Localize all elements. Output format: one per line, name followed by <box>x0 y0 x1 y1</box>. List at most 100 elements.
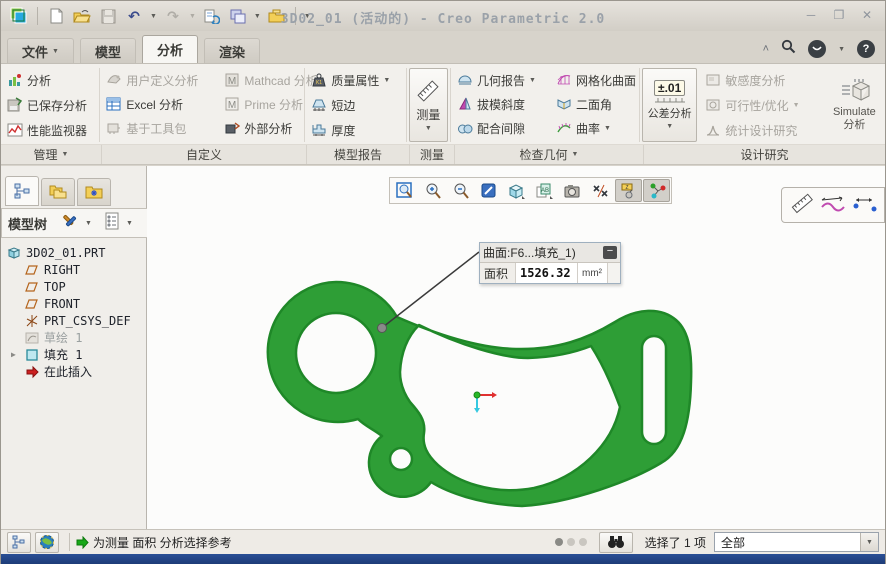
performance-monitor-button[interactable]: 性能监视器 <box>3 118 97 142</box>
tree-item-top[interactable]: TOP <box>1 278 146 295</box>
sensitivity-label: 敏感度分析 <box>725 72 785 89</box>
thickness-button[interactable]: 厚度 <box>307 118 403 142</box>
folder-browser-tab[interactable] <box>41 178 75 206</box>
tree-item-fill[interactable]: ▶ 填充 1 <box>1 346 146 363</box>
community-icon[interactable] <box>808 40 826 58</box>
annotation-display-button[interactable]: Z <box>615 179 642 202</box>
measure-distance-icon[interactable] <box>852 192 878 219</box>
statistical-study-button[interactable]: 统计设计研究 <box>701 118 821 142</box>
tree-settings-icon[interactable] <box>104 212 120 235</box>
find-button[interactable] <box>599 532 633 553</box>
close-button[interactable]: ✕ <box>859 7 875 23</box>
selection-filter-combo[interactable]: 全部 ▼ <box>714 532 879 552</box>
group-label-inspect[interactable]: 检查几何▼ <box>455 145 644 164</box>
toolkit-analysis-button[interactable]: 基于工具包 <box>102 116 220 140</box>
community-dropdown-caret[interactable]: ▼ <box>838 46 845 53</box>
measure-angle-icon[interactable] <box>884 192 885 219</box>
tree-item-sketch[interactable]: 草绘 1 <box>1 329 146 346</box>
view-manager-button[interactable] <box>559 179 586 202</box>
geometry-report-button[interactable]: 几何报告 ▼ <box>453 68 552 92</box>
model-tree-tab[interactable] <box>5 176 39 206</box>
excel-analysis-button[interactable]: Excel 分析 <box>102 92 220 116</box>
tab-file[interactable]: 文件 ▼ <box>7 38 74 63</box>
windows-button[interactable] <box>228 6 248 26</box>
windows-dropdown-caret[interactable]: ▼ <box>254 13 261 20</box>
mesh-surface-button[interactable]: 网格化曲面 <box>552 68 638 92</box>
save-button[interactable] <box>98 6 118 26</box>
help-icon[interactable]: ? <box>857 40 875 58</box>
search-icon[interactable] <box>781 39 796 59</box>
undo-button[interactable]: ↶ <box>124 6 144 26</box>
open-file-button[interactable] <box>72 6 92 26</box>
feasibility-caret[interactable]: ▼ <box>793 102 800 109</box>
zoom-in-button[interactable] <box>419 179 446 202</box>
tab-render[interactable]: 渲染 <box>204 38 260 63</box>
minimize-button[interactable]: ─ <box>803 7 819 23</box>
sensitivity-button[interactable]: 敏感度分析 <box>701 68 821 92</box>
filter-dropdown-button[interactable]: ▼ <box>860 533 878 551</box>
toolkit-analysis-label: 基于工具包 <box>126 120 186 137</box>
tree-tools-icon[interactable] <box>61 212 79 235</box>
zoom-region-button[interactable] <box>391 179 418 202</box>
favorites-tab[interactable] <box>77 178 111 206</box>
area-unit: mm² <box>578 263 608 283</box>
udf-analysis-button[interactable]: 用户定义分析 <box>102 68 220 92</box>
toggle-navigator-button[interactable] <box>7 532 31 553</box>
creo-logo-icon[interactable] <box>9 6 29 26</box>
tree-item-part[interactable]: 3D02_01.PRT <box>1 244 146 261</box>
redo-button[interactable]: ↷ <box>163 6 183 26</box>
saved-analysis-button[interactable]: 已保存分析 <box>3 93 97 117</box>
web-browser-button[interactable] <box>35 532 59 553</box>
tree-item-front[interactable]: FRONT <box>1 295 146 312</box>
prime-analysis-button[interactable]: M Prime 分析 <box>220 92 304 116</box>
tolerance-caret[interactable]: ▼ <box>666 123 673 130</box>
selection-count: 选择了 1 项 <box>645 534 706 551</box>
clearance-button[interactable]: 配合间隙 <box>453 116 552 140</box>
restore-button[interactable]: ❐ <box>831 7 847 23</box>
collapse-annotation-button[interactable]: − <box>603 246 617 259</box>
expand-caret-icon[interactable]: ▶ <box>11 350 20 359</box>
tree-tools-caret[interactable]: ▼ <box>85 220 92 227</box>
tolerance-analysis-button[interactable]: ±.01 公差分析 ▼ <box>642 68 697 142</box>
analysis-button[interactable]: 分析 <box>3 68 97 92</box>
divider <box>37 7 38 25</box>
zoom-out-button[interactable] <box>447 179 474 202</box>
insert-here-icon <box>25 365 39 379</box>
graphics-canvas[interactable]: AB Z 曲面:F6...填充_1) − 面积 <box>147 166 885 529</box>
measure-curve-icon[interactable] <box>820 192 846 219</box>
regenerate-button[interactable] <box>202 6 222 26</box>
favorites-folder-icon <box>84 184 104 200</box>
external-analysis-button[interactable]: 外部分析 <box>220 116 304 140</box>
measure-button[interactable]: 测量 ▼ <box>409 68 448 142</box>
new-file-button[interactable] <box>46 6 66 26</box>
undo-dropdown-caret[interactable]: ▼ <box>150 13 157 20</box>
mass-properties-caret[interactable]: ▼ <box>383 77 390 84</box>
collapse-ribbon-icon[interactable]: ˄ <box>763 43 769 55</box>
draft-analysis-button[interactable]: 拔模斜度 <box>453 92 552 116</box>
mathcad-analysis-button[interactable]: M Mathcad 分析 <box>220 68 304 92</box>
curvature-button[interactable]: 曲率 ▼ <box>552 116 638 140</box>
mass-properties-button[interactable]: K1 质量属性 ▼ <box>307 68 403 92</box>
tree-settings-caret[interactable]: ▼ <box>126 220 133 227</box>
measure-result-annotation[interactable]: 曲面:F6...填充_1) − 面积 1526.32 mm² <box>479 242 621 284</box>
saved-orientations-button[interactable]: AB <box>531 179 558 202</box>
curvature-caret[interactable]: ▼ <box>604 125 611 132</box>
measure-length-icon[interactable] <box>790 192 814 219</box>
tab-analysis[interactable]: 分析 <box>142 35 198 63</box>
tree-item-insert-here[interactable]: 在此插入 <box>1 363 146 380</box>
tree-item-csys[interactable]: PRT_CSYS_DEF <box>1 312 146 329</box>
geometry-report-caret[interactable]: ▼ <box>529 77 536 84</box>
datum-display-filters-button[interactable] <box>587 179 614 202</box>
redo-dropdown-caret[interactable]: ▼ <box>189 13 196 20</box>
display-style-button[interactable] <box>503 179 530 202</box>
group-label-manage[interactable]: 管理▼ <box>1 145 102 164</box>
tab-model[interactable]: 模型 <box>80 38 136 63</box>
refit-button[interactable] <box>475 179 502 202</box>
feasibility-button[interactable]: 可行性/优化 ▼ <box>701 93 821 117</box>
spin-center-button[interactable] <box>643 179 670 202</box>
short-edge-button[interactable]: 短边 <box>307 93 403 117</box>
measure-caret[interactable]: ▼ <box>425 125 432 132</box>
dihedral-button[interactable]: 二面角 <box>552 92 638 116</box>
simulate-analysis-button[interactable]: Simulate 分析 <box>826 68 883 142</box>
tree-item-right[interactable]: RIGHT <box>1 261 146 278</box>
